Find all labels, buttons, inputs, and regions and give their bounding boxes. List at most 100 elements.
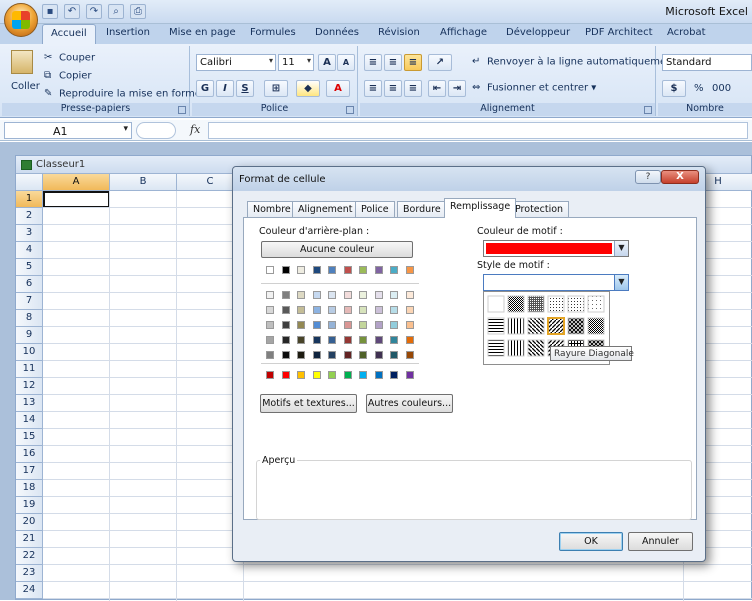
color-swatch[interactable] (312, 306, 321, 314)
tab-formules[interactable]: Formules (250, 27, 296, 38)
fx-icon[interactable]: fx (190, 123, 200, 136)
percent-button[interactable]: % (694, 83, 704, 94)
save-icon[interactable]: ▪ (42, 4, 58, 19)
row-header[interactable]: 1 (16, 191, 43, 208)
row-header[interactable]: 6 (16, 276, 43, 293)
color-swatch[interactable] (281, 351, 290, 359)
color-swatch[interactable] (390, 336, 398, 344)
color-swatch[interactable] (297, 291, 305, 299)
color-swatch[interactable] (328, 306, 336, 314)
row-header[interactable]: 13 (16, 395, 43, 412)
color-swatch[interactable] (266, 351, 274, 359)
italic-button[interactable]: I (216, 80, 234, 97)
color-swatch[interactable] (281, 266, 290, 274)
tab-donnees[interactable]: Données (315, 27, 359, 38)
row-header[interactable]: 23 (16, 565, 43, 582)
row-header[interactable]: 18 (16, 480, 43, 497)
tab-insertion[interactable]: Insertion (106, 27, 150, 38)
color-swatch[interactable] (266, 291, 274, 299)
color-swatch[interactable] (405, 306, 414, 314)
font-size-combo[interactable]: 11 ▾ (278, 54, 314, 71)
column-header-a[interactable]: A (43, 174, 110, 191)
paste-icon[interactable] (11, 50, 33, 74)
bold-button[interactable]: G (196, 80, 214, 97)
row-header[interactable]: 7 (16, 293, 43, 310)
increase-indent-button[interactable]: ⇥ (448, 80, 466, 97)
color-swatch[interactable] (328, 371, 336, 379)
alignment-launcher-icon[interactable] (644, 106, 652, 114)
chevron-down-icon[interactable]: ▼ (614, 275, 628, 290)
color-swatch[interactable] (266, 371, 274, 379)
color-swatch[interactable] (328, 336, 336, 344)
accounting-button[interactable]: $ (662, 80, 686, 97)
office-button[interactable] (4, 3, 38, 37)
color-swatch[interactable] (266, 321, 274, 329)
print-preview-icon[interactable]: ⌕ (108, 4, 124, 19)
orientation-button[interactable]: ↗ (428, 54, 452, 71)
color-swatch[interactable] (390, 266, 398, 274)
color-swatch[interactable] (281, 336, 290, 344)
color-swatch[interactable] (390, 371, 398, 379)
tab-police[interactable]: Police (355, 201, 395, 217)
color-swatch[interactable] (359, 351, 367, 359)
align-top-button[interactable]: ≡ (364, 54, 382, 71)
wrap-text-button[interactable]: ↵ Renvoyer à la ligne automatiquement (472, 56, 676, 68)
thousands-button[interactable]: 000 (712, 83, 731, 94)
color-swatch[interactable] (343, 291, 352, 299)
name-box[interactable]: A1 ▾ (4, 122, 132, 139)
color-swatch[interactable] (281, 371, 290, 379)
select-all-corner[interactable] (16, 174, 43, 191)
borders-button[interactable]: ⊞ (264, 80, 288, 97)
color-swatch[interactable] (374, 266, 383, 274)
color-swatch[interactable] (343, 266, 352, 274)
color-swatch[interactable] (390, 351, 398, 359)
shrink-font-button[interactable]: A (337, 54, 355, 71)
row-header[interactable]: 2 (16, 208, 43, 225)
color-swatch[interactable] (328, 321, 336, 329)
column-header-b[interactable]: B (110, 174, 177, 191)
color-swatch[interactable] (405, 266, 414, 274)
tab-remplissage[interactable]: Remplissage (444, 198, 517, 218)
row-header[interactable]: 20 (16, 514, 43, 531)
color-swatch[interactable] (266, 336, 274, 344)
row-header[interactable]: 15 (16, 429, 43, 446)
row-header[interactable]: 4 (16, 242, 43, 259)
color-swatch[interactable] (405, 321, 414, 329)
row-header[interactable]: 19 (16, 497, 43, 514)
row-header[interactable]: 5 (16, 259, 43, 276)
tab-alignement[interactable]: Alignement (292, 201, 359, 217)
color-swatch[interactable] (374, 291, 383, 299)
align-middle-button[interactable]: ≡ (384, 54, 402, 71)
row-header[interactable]: 21 (16, 531, 43, 548)
tab-nombre[interactable]: Nombre (247, 201, 297, 217)
color-swatch[interactable] (266, 306, 274, 314)
copy-button[interactable]: ⧉ Copier (44, 70, 92, 82)
cancel-button[interactable]: Annuler (628, 532, 693, 551)
tab-affichage[interactable]: Affichage (440, 27, 487, 38)
color-swatch[interactable] (359, 266, 367, 274)
tab-bordure[interactable]: Bordure (397, 201, 447, 217)
tab-pdf-architect[interactable]: PDF Architect (585, 27, 653, 38)
color-swatch[interactable] (312, 321, 321, 329)
chevron-down-icon[interactable]: ▼ (614, 241, 628, 256)
color-swatch[interactable] (374, 371, 383, 379)
undo-icon[interactable]: ↶ (64, 4, 80, 19)
color-swatch[interactable] (405, 336, 414, 344)
color-swatch[interactable] (343, 321, 352, 329)
color-swatch[interactable] (359, 306, 367, 314)
color-swatch[interactable] (328, 266, 336, 274)
color-swatch[interactable] (297, 351, 305, 359)
color-swatch[interactable] (359, 336, 367, 344)
color-swatch[interactable] (297, 266, 305, 274)
row-header[interactable]: 16 (16, 446, 43, 463)
font-color-button[interactable]: A (326, 80, 350, 97)
color-swatch[interactable] (312, 371, 321, 379)
align-center-button[interactable]: ≡ (384, 80, 402, 97)
font-launcher-icon[interactable] (346, 106, 354, 114)
decrease-indent-button[interactable]: ⇤ (428, 80, 446, 97)
color-swatch[interactable] (390, 321, 398, 329)
align-left-button[interactable]: ≡ (364, 80, 382, 97)
color-swatch[interactable] (312, 291, 321, 299)
quick-print-icon[interactable]: ⎙ (130, 4, 146, 19)
grow-font-button[interactable]: A (318, 54, 336, 71)
